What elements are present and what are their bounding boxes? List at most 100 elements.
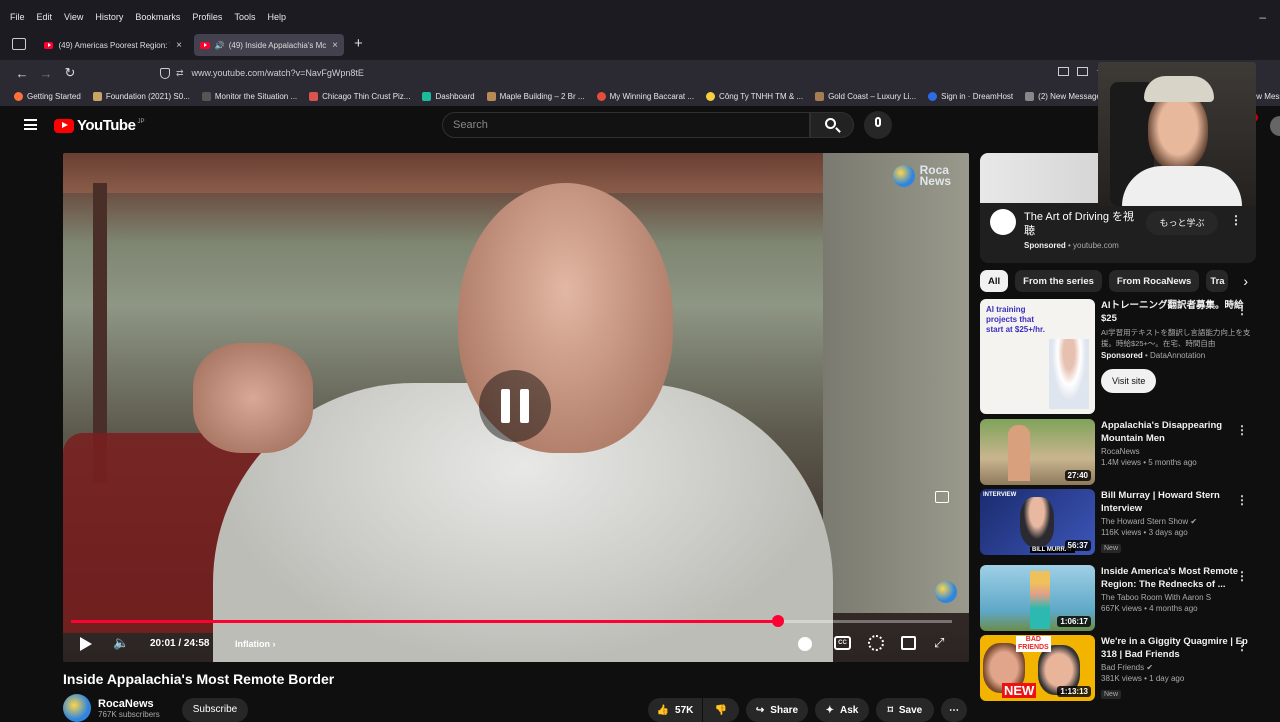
sponsored-thumbnail[interactable]: AI training projects that start at $25+/… [980,299,1095,414]
rec-title[interactable]: Appalachia's Disappearing Mountain Men [1101,419,1251,445]
video-title: Inside Appalachia's Most Remote Border [63,671,335,687]
new-badge: New [1101,544,1122,553]
bookmark-item[interactable]: Monitor the Situation ... [201,91,297,101]
pause-overlay-icon[interactable] [479,370,551,442]
menu-bookmarks[interactable]: Bookmarks [135,12,180,22]
bookmark-item[interactable]: Foundation (2021) S0... [92,91,190,101]
bookmark-item[interactable]: Chicago Thin Crust Piz... [309,91,410,101]
rec-title[interactable]: AIトレーニング翻訳者募集。時給$25 [1101,299,1251,325]
rec-channel[interactable]: The Taboo Room With Aaron S [1101,593,1251,602]
progress-bar-played[interactable] [71,620,778,623]
speaker-icon[interactable]: 🔊 [215,41,225,50]
volume-icon[interactable]: 🔈 [113,635,129,651]
bookmark-item[interactable]: Công Ty TNHH TM & ... [706,91,803,101]
save-button[interactable]: ⌑ Save [876,698,934,722]
rec-item[interactable]: 1:06:17 Inside America's Most Remote Reg… [980,565,1270,631]
rec-channel[interactable]: RocaNews [1101,447,1251,456]
reader-view-icon[interactable] [1077,67,1088,76]
progress-remaining[interactable] [778,620,952,623]
theater-mode-icon[interactable] [901,636,916,650]
subscribe-button[interactable]: Subscribe [182,698,248,722]
rec-menu-dots-icon[interactable]: ⋮ [1236,423,1248,437]
tab-overview-icon[interactable] [12,38,26,50]
settings-gear-icon[interactable] [868,635,884,651]
miniplayer-overlay-icon[interactable] [935,491,949,503]
like-button[interactable]: 👍 57K [648,698,702,722]
menu-edit[interactable]: Edit [37,12,53,22]
autoplay-toggle-icon[interactable] [798,637,812,651]
bookmark-item[interactable]: Gold Coast – Luxury Li... [815,91,916,101]
menu-profiles[interactable]: Profiles [192,12,222,22]
dislike-button[interactable]: 👎 [703,698,739,722]
rec-title[interactable]: Bill Murray | Howard Stern Interview [1101,489,1251,515]
tab-1[interactable]: (49) Americas Poorest Region: T × [38,34,188,56]
bookmark-item[interactable]: Getting Started [14,91,81,101]
play-icon[interactable] [80,637,92,651]
fullscreen-icon[interactable]: ⤢ [934,635,944,651]
tab-2-active[interactable]: 🔊 (49) Inside Appalachia's Mc × [194,34,344,56]
rec-thumbnail[interactable]: BAD FRIENDS NEW 1:13:13 [980,635,1095,701]
rec-thumbnail[interactable]: 1:06:17 [980,565,1095,631]
new-tab-icon[interactable]: + [354,35,363,52]
shield-icon[interactable] [160,67,170,79]
bookmark-item[interactable]: Dashboard [422,91,475,101]
rec-title[interactable]: We're in a Giggity Quagmire | Ep 318 | B… [1101,635,1251,661]
chip-all[interactable]: All [980,270,1009,292]
channel-info[interactable]: RocaNews 767K subscribers [63,694,160,722]
menu-view[interactable]: View [64,12,83,22]
bookmark-item[interactable]: Maple Building – 2 Br ... [486,91,585,101]
more-actions-button[interactable]: ⋯ [941,698,967,722]
chip-from-series[interactable]: From the series [1015,270,1102,292]
ad-menu-dots-icon[interactable]: ⋮ [1230,213,1242,227]
rec-menu-dots-icon[interactable]: ⋮ [1236,569,1248,583]
search-button[interactable] [810,112,854,138]
captions-icon[interactable]: CC [834,636,851,650]
chapter-button[interactable]: Inflation › [235,639,276,649]
chip-from-rocanews[interactable]: From RocaNews [1108,270,1200,292]
video-player[interactable]: Roca News 🔈 20:01 / 24:58 Inflation › CC … [63,153,969,662]
menu-file[interactable]: File [10,12,25,22]
menu-history[interactable]: History [95,12,123,22]
minimize-icon[interactable]: – [1259,10,1266,24]
menu-help[interactable]: Help [267,12,286,22]
rec-menu-dots-icon[interactable]: ⋮ [1236,303,1248,317]
bookmark-item[interactable]: My Winning Baccarat ... [596,91,694,101]
tab-close-icon[interactable]: × [176,40,182,51]
learn-more-button[interactable]: もっと学ぶ [1146,211,1218,235]
search-input[interactable]: Search [442,112,810,138]
rec-menu-dots-icon[interactable]: ⋮ [1236,493,1248,507]
channel-watermark-icon[interactable] [935,581,957,603]
rec-channel[interactable]: Bad Friends ✔ [1101,663,1251,672]
rec-item[interactable]: 27:40 Appalachia's Disappearing Mountain… [980,419,1270,485]
forward-icon[interactable]: → [34,66,58,81]
rec-item[interactable]: BAD FRIENDS NEW 1:13:13 We're in a Giggit… [980,635,1270,701]
bookmark-item[interactable]: Sign in · DreamHost [928,91,1013,101]
rec-item[interactable]: INTERVIEW BILL MURRAY 56:37 Bill Murray … [980,489,1270,555]
rec-channel[interactable]: The Howard Stern Show ✔ [1101,517,1251,526]
chip-partial[interactable]: Tra [1206,270,1229,292]
rec-menu-dots-icon[interactable]: ⋮ [1236,639,1248,653]
menu-tools[interactable]: Tools [234,12,255,22]
ad-title[interactable]: The Art of Driving を視聴 [1024,210,1142,238]
ask-button[interactable]: ✦ Ask [815,698,869,722]
tab-close-icon[interactable]: × [332,40,338,51]
rec-thumbnail[interactable]: INTERVIEW BILL MURRAY 56:37 [980,489,1095,555]
back-icon[interactable]: ← [10,66,34,81]
url-bar[interactable]: ⇄ www.youtube.com/watch?v=NavFgWpn8tE ☆ [160,62,1120,84]
voice-search-button[interactable] [864,111,892,139]
account-avatar[interactable] [1270,116,1280,136]
rec-title[interactable]: Inside America's Most Remote Region: The… [1101,565,1251,591]
bookmark-item[interactable]: (2) New Message! [1025,91,1103,101]
youtube-logo[interactable]: YouTube JP [54,117,144,134]
visit-site-button[interactable]: Visit site [1101,369,1157,393]
screenshot-icon[interactable] [1058,67,1069,76]
reload-icon[interactable]: ↻ [58,65,82,81]
channel-avatar[interactable] [63,694,91,722]
hamburger-menu-icon[interactable] [24,119,37,130]
channel-name[interactable]: RocaNews [98,698,160,710]
rec-thumbnail[interactable]: 27:40 [980,419,1095,485]
share-button[interactable]: ↪ Share [746,698,808,722]
chevron-right-icon[interactable]: › [1243,273,1248,289]
sponsored-rec[interactable]: AI training projects that start at $25+/… [980,299,1270,414]
permissions-icon[interactable]: ⇄ [176,68,184,79]
